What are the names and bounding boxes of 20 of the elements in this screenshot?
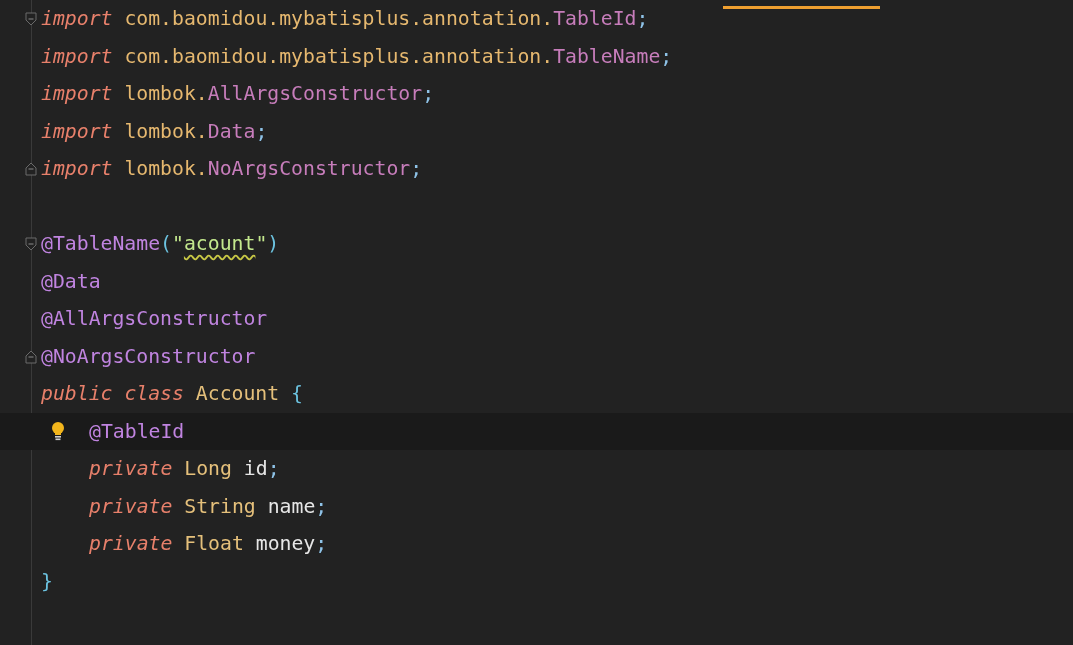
code-line: import com.baomidou.mybatisplus.annotation.TableId; xyxy=(41,7,649,31)
code-line: } xyxy=(41,569,53,593)
code-line: @Data xyxy=(41,269,101,293)
code-line: public class Account { xyxy=(41,382,304,406)
code-line: import lombok.NoArgsConstructor; xyxy=(41,157,423,181)
code-line: private Float money; xyxy=(89,532,328,556)
code-line: @AllArgsConstructor xyxy=(41,307,268,331)
fold-start-icon[interactable] xyxy=(25,237,37,251)
code-line: private String name; xyxy=(89,494,328,518)
code-line: @TableId xyxy=(89,419,185,443)
code-line: private Long id; xyxy=(89,457,280,481)
fold-end-icon[interactable] xyxy=(25,349,37,364)
code-line: import lombok.AllArgsConstructor; xyxy=(41,82,435,106)
code-line: @NoArgsConstructor xyxy=(41,344,256,368)
code-line: import lombok.Data; xyxy=(41,119,268,143)
fold-start-icon[interactable] xyxy=(25,12,37,26)
lightbulb-icon[interactable] xyxy=(50,420,66,441)
fold-end-icon[interactable] xyxy=(25,162,37,176)
code-line: @TableName("acount") xyxy=(41,232,280,256)
code-line: import com.baomidou.mybatisplus.annotation.TableName; xyxy=(41,44,673,68)
